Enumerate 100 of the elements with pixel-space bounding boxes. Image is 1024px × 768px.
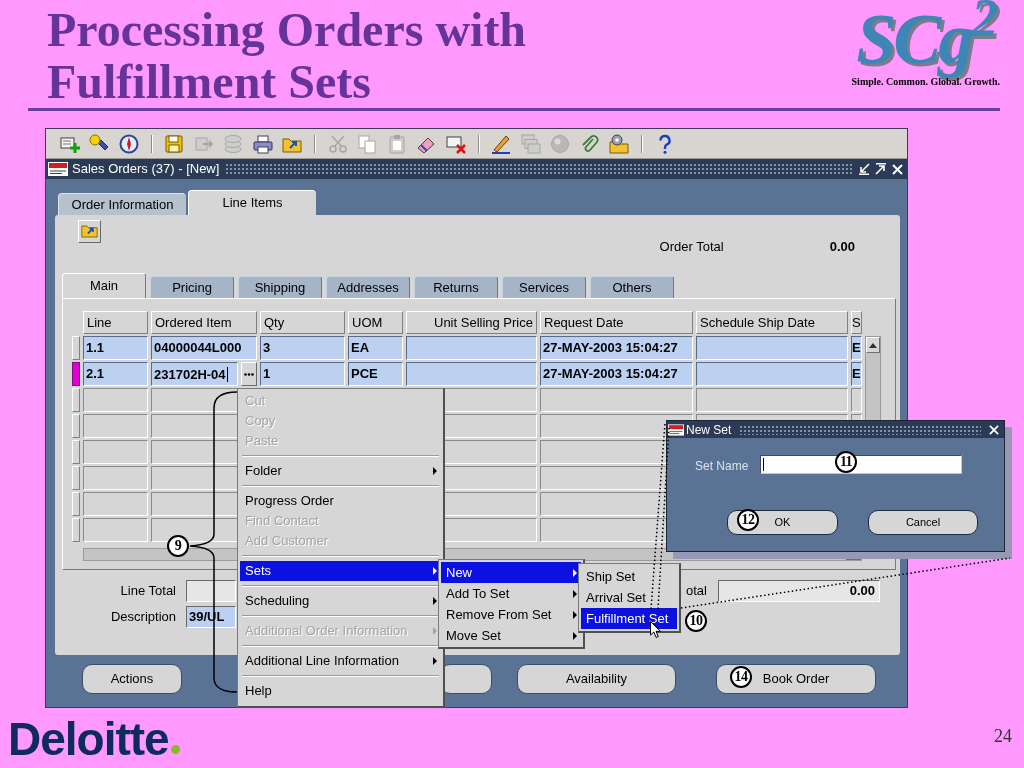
dialog-title: New Set bbox=[686, 422, 732, 437]
tab[interactable]: Line Items bbox=[188, 190, 316, 215]
folder-button[interactable] bbox=[78, 220, 101, 243]
menu-item[interactable]: Remove From Set bbox=[441, 604, 581, 625]
window-title: Sales Orders (37) - [New] bbox=[72, 161, 220, 177]
tab[interactable]: Main bbox=[62, 273, 146, 298]
minimize-icon[interactable] bbox=[858, 163, 870, 175]
scroll-up-button[interactable] bbox=[866, 337, 880, 353]
submenu-arrow-icon bbox=[573, 589, 577, 598]
table-cell[interactable] bbox=[696, 336, 848, 360]
table-cell[interactable]: 3 bbox=[260, 336, 345, 360]
printer-icon[interactable] bbox=[252, 133, 273, 154]
push-button[interactable]: Actions bbox=[82, 664, 182, 694]
table-cell[interactable]: PCE bbox=[348, 362, 403, 386]
menu-item[interactable]: Move Set bbox=[441, 625, 581, 646]
column-header: Line bbox=[83, 311, 148, 334]
table-cell bbox=[83, 492, 148, 516]
push-button[interactable]: Availability bbox=[517, 664, 676, 694]
tab[interactable]: Order Information bbox=[58, 193, 186, 215]
table-cell[interactable]: 04000044L000 bbox=[151, 336, 257, 360]
page-number: 24 bbox=[994, 727, 1012, 745]
field-label: otal bbox=[686, 582, 707, 601]
table-cell[interactable] bbox=[406, 336, 537, 360]
table-cell[interactable] bbox=[696, 362, 848, 386]
submenu-arrow-icon bbox=[433, 597, 437, 605]
submenu-arrow-icon bbox=[433, 627, 437, 635]
app-icon bbox=[48, 162, 68, 176]
input-field[interactable]: 0.00 bbox=[718, 580, 880, 602]
maximize-icon[interactable] bbox=[875, 163, 887, 175]
ellipsis-button[interactable] bbox=[241, 362, 257, 386]
menu-item[interactable]: Fulfillment Set bbox=[581, 608, 677, 629]
folder-gear-icon[interactable] bbox=[609, 133, 630, 154]
menu-item[interactable]: Arrival Set bbox=[581, 587, 677, 608]
compass-icon[interactable] bbox=[118, 133, 139, 154]
menu-item[interactable]: Help bbox=[240, 681, 441, 701]
submenu-arrow-icon bbox=[433, 467, 437, 475]
field-label: Line Total bbox=[120, 582, 176, 601]
column-header: S bbox=[851, 311, 862, 334]
submenu-arrow-icon bbox=[573, 631, 577, 640]
menu-item[interactable]: Add To Set bbox=[441, 583, 581, 604]
slide-title: Processing Orders with Fulfillment Sets bbox=[47, 4, 527, 108]
table-cell bbox=[83, 440, 148, 464]
order-total-value: 0.00 bbox=[829, 238, 855, 257]
app-icon bbox=[668, 423, 684, 436]
table-cell[interactable]: E bbox=[851, 362, 862, 386]
tab[interactable]: Shipping bbox=[238, 276, 322, 298]
submenu-arrow-icon bbox=[433, 657, 437, 665]
help-icon[interactable] bbox=[657, 133, 672, 154]
table-cell[interactable]: 27-MAY-2003 15:04:27 bbox=[540, 362, 693, 386]
table-cell[interactable] bbox=[696, 388, 848, 412]
tab[interactable]: Services bbox=[502, 276, 586, 298]
folder-icon bbox=[81, 224, 98, 239]
table-cell[interactable]: EA bbox=[348, 336, 403, 360]
card-cross-icon[interactable] bbox=[445, 133, 466, 154]
arrow-up-icon bbox=[869, 342, 877, 348]
table-cell[interactable]: E bbox=[851, 336, 862, 360]
menu-item[interactable]: New bbox=[441, 562, 581, 583]
field-label: Description bbox=[110, 608, 176, 627]
tab[interactable]: Pricing bbox=[150, 276, 234, 298]
submenu-arrow-icon bbox=[573, 610, 577, 619]
order-total-label: Order Total bbox=[659, 238, 724, 257]
tab[interactable]: Addresses bbox=[326, 276, 410, 298]
close-icon[interactable] bbox=[892, 163, 903, 175]
tab[interactable]: Others bbox=[590, 276, 674, 298]
table-cell bbox=[83, 466, 148, 490]
table-cell bbox=[83, 414, 148, 438]
table-cell[interactable]: 27-MAY-2003 15:04:27 bbox=[540, 336, 693, 360]
push-button[interactable]: Cancel bbox=[868, 510, 978, 535]
pen-icon[interactable] bbox=[491, 133, 512, 154]
dot-icon bbox=[170, 745, 180, 754]
column-header: Unit Selling Price bbox=[406, 311, 537, 334]
table-cell[interactable]: 231702H-04 bbox=[151, 362, 238, 386]
table-cell: 1.1 bbox=[83, 336, 148, 360]
column-header: Request Date bbox=[540, 311, 693, 334]
input-field[interactable] bbox=[760, 455, 962, 474]
tab[interactable]: Returns bbox=[414, 276, 498, 298]
menu-item[interactable]: Sets bbox=[240, 561, 441, 581]
input-field[interactable] bbox=[186, 580, 236, 602]
mouse-pointer-icon bbox=[650, 621, 661, 638]
field-label: Set Name bbox=[695, 458, 749, 473]
menu-item[interactable]: Additional Line Information bbox=[240, 651, 441, 671]
table-cell bbox=[83, 388, 148, 412]
table-cell[interactable] bbox=[406, 362, 537, 386]
ellipsis-icon bbox=[244, 372, 254, 376]
logo-wordmark: SCg$^{2}$ bbox=[856, 2, 996, 76]
table-cell[interactable] bbox=[851, 388, 862, 412]
submenu-arrow-icon bbox=[433, 567, 437, 575]
table-cell[interactable] bbox=[540, 388, 693, 412]
column-header: Qty bbox=[260, 311, 345, 334]
table-cell bbox=[83, 518, 148, 542]
menu-item[interactable]: Scheduling bbox=[240, 591, 441, 611]
menu-item[interactable]: Ship Set bbox=[581, 566, 677, 587]
menu-item[interactable]: Progress Order bbox=[240, 491, 441, 511]
submenu-arrow-icon bbox=[573, 568, 577, 577]
column-header: UOM bbox=[348, 311, 403, 334]
table-cell[interactable]: 1 bbox=[260, 362, 345, 386]
close-icon[interactable] bbox=[989, 424, 999, 435]
column-header: Ordered Item bbox=[151, 311, 257, 334]
menu-item[interactable]: Folder bbox=[240, 461, 441, 481]
table-cell: 2.1 bbox=[83, 362, 148, 386]
